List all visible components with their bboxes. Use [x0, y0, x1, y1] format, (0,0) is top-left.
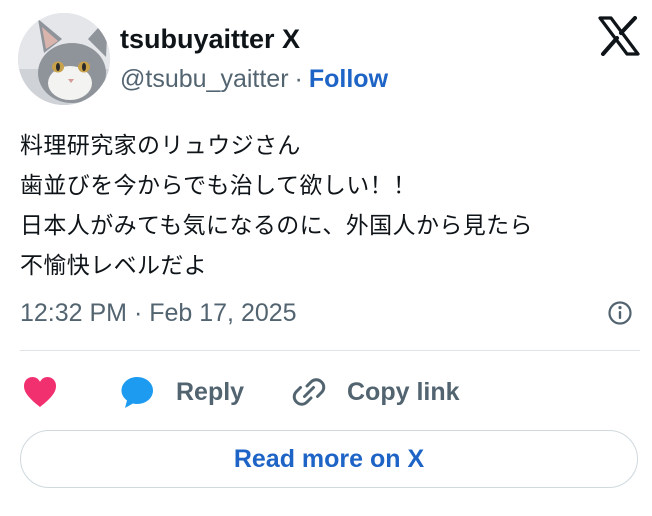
info-icon[interactable]: [607, 300, 633, 326]
x-logo-icon[interactable]: [598, 16, 640, 56]
copy-link-label: Copy link: [347, 377, 460, 406]
read-more-label: Read more on X: [233, 444, 425, 473]
tweet-text-line: 歯並びを今からでも治して欲しい！！: [20, 173, 417, 199]
author-display-name[interactable]: tsubuyaitter X: [120, 22, 300, 56]
author-handle[interactable]: @tsubu_yaitter: [120, 65, 289, 93]
cat-avatar-image: [18, 13, 110, 105]
tweet-text-line: 日本人がみても気になるのに、外国人から見たら: [20, 213, 533, 239]
read-more-button[interactable]: Read more on X: [20, 430, 638, 488]
follow-link[interactable]: Follow: [309, 65, 388, 93]
avatar[interactable]: [18, 13, 110, 105]
copy-link-button[interactable]: Copy link: [291, 371, 460, 413]
tweet-text-line: 不愉快レベルだよ: [20, 253, 208, 279]
author-handle-row: @tsubu_yaitter · Follow: [120, 62, 388, 96]
tweet-embed-card: tsubuyaitter X @tsubu_yaitter · Follow 料理研…: [0, 0, 652, 516]
tweet-text: 料理研究家のリュウジさん 歯並びを今からでも治して欲しい！！ 日本人がみても気に…: [20, 126, 640, 286]
tweet-text-line: 料理研究家のリュウジさん: [20, 133, 301, 159]
reply-button[interactable]: Reply: [120, 371, 244, 413]
separator-dot: ·: [294, 65, 303, 93]
tweet-timestamp[interactable]: 12:32 PM · Feb 17, 2025: [20, 296, 297, 330]
speech-bubble-icon: [121, 377, 153, 408]
link-icon: [292, 378, 326, 406]
heart-icon[interactable]: [22, 375, 58, 409]
divider: [20, 350, 640, 351]
reply-label: Reply: [176, 377, 245, 406]
